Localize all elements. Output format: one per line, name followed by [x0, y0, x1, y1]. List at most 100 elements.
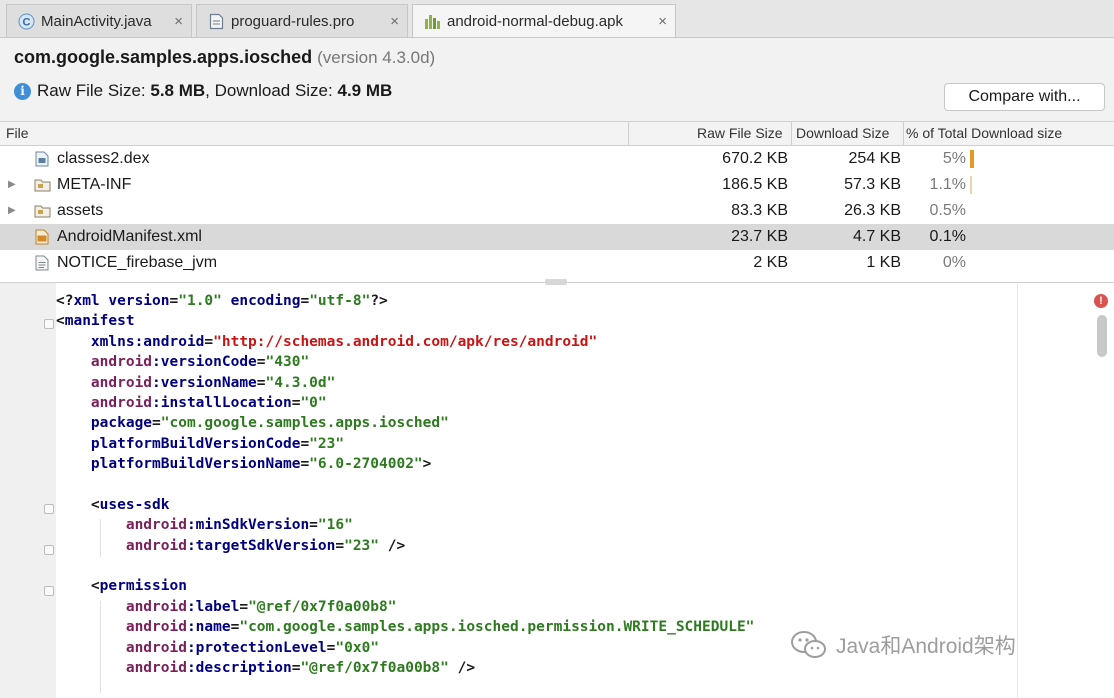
code-line: android:targetSdkVersion="23" /> — [56, 536, 754, 556]
raw-size: 23.7 KB — [731, 228, 788, 245]
column-header-percent[interactable]: % of Total Download size — [906, 125, 1062, 141]
watermark: Java和Android架构 — [790, 630, 1016, 660]
table-row-selected[interactable]: AndroidManifest.xml 23.7 KB 4.7 KB 0.1% — [0, 224, 1114, 250]
tab-proguard-rules[interactable]: proguard-rules.pro × — [196, 4, 408, 37]
code-token: android — [56, 517, 187, 534]
code-line: android:label="@ref/0x7f0a00b8" — [56, 597, 754, 617]
code-token: "16" — [317, 517, 353, 534]
code-line: <permission — [56, 576, 754, 596]
code-token: "http://schemas.android.com/apk/res/andr… — [213, 333, 598, 350]
code-token: :label — [186, 598, 240, 615]
download-size: 254 KB — [848, 150, 901, 167]
fold-marker-icon[interactable] — [44, 504, 54, 514]
compare-with-button[interactable]: Compare with... — [944, 83, 1105, 111]
tab-label: proguard-rules.pro — [231, 12, 355, 30]
apk-summary: com.google.samples.apps.iosched (version… — [0, 38, 1114, 122]
code-token: = — [309, 517, 318, 534]
code-line: <manifest — [56, 311, 754, 331]
table-row[interactable]: ▶ assets 83.3 KB 26.3 KB 0.5% — [0, 198, 1114, 224]
editor-tab-bar: C MainActivity.java × proguard-rules.pro… — [0, 0, 1114, 38]
download-size: 26.3 KB — [844, 202, 901, 219]
code-token: "com.google.samples.apps.iosched" — [160, 415, 449, 432]
percent: 0.1% — [929, 228, 966, 245]
close-icon[interactable]: × — [390, 13, 399, 30]
table-row[interactable]: ▶ META-INF 186.5 KB 57.3 KB 1.1% — [0, 172, 1114, 198]
code-token: android — [56, 374, 153, 391]
code-token: "6.0-2704002" — [309, 456, 423, 473]
dex-file-icon — [34, 151, 50, 167]
code-line: android:versionCode="430" — [56, 352, 754, 372]
text-file-icon — [34, 255, 50, 271]
code-token: /> — [448, 660, 476, 677]
code-lines[interactable]: <?xml version="1.0" encoding="utf-8"?> <m… — [56, 291, 754, 678]
file-name: AndroidManifest.xml — [57, 228, 202, 245]
code-token: android — [56, 660, 187, 677]
code-token: uses-sdk — [99, 496, 170, 513]
folder-icon — [34, 177, 51, 193]
code-line: platformBuildVersionCode="23" — [56, 434, 754, 454]
right-margin-guide — [1017, 283, 1018, 698]
table-row[interactable]: classes2.dex 670.2 KB 254 KB 5% — [0, 146, 1114, 172]
percent-bar — [970, 150, 974, 168]
column-header-raw-size[interactable]: Raw File Size — [697, 125, 783, 141]
fold-marker-icon[interactable] — [44, 586, 54, 596]
code-token: android — [56, 598, 187, 615]
raw-size: 186.5 KB — [722, 176, 788, 193]
file-name: assets — [57, 202, 104, 219]
percent-bar — [970, 176, 972, 194]
fold-marker-icon[interactable] — [44, 319, 54, 329]
raw-size-label: Raw File Size: — [37, 81, 146, 100]
code-token: permission — [99, 578, 187, 595]
code-token: "com.google.samples.apps.iosched.permiss… — [239, 619, 755, 636]
code-token: android — [56, 619, 187, 636]
raw-size: 2 KB — [753, 254, 788, 271]
splitter-handle[interactable] — [545, 279, 567, 285]
code-token: platformBuildVersionName — [56, 456, 301, 473]
table-row[interactable]: NOTICE_firebase_jvm 2 KB 1 KB 0% — [0, 250, 1114, 276]
code-token: "@ref/0x7f0a00b8" — [248, 598, 397, 615]
error-indicator-icon[interactable]: ! — [1094, 294, 1108, 308]
code-line: android:description="@ref/0x7f0a00b8" /> — [56, 658, 754, 678]
code-token: < — [56, 578, 100, 595]
code-token: = — [152, 415, 161, 432]
percent: 0.5% — [929, 202, 966, 219]
close-icon[interactable]: × — [658, 13, 667, 30]
code-line: platformBuildVersionName="6.0-2704002"> — [56, 454, 754, 474]
code-line: <uses-sdk — [56, 495, 754, 515]
code-token: "430" — [265, 354, 310, 371]
tab-apk[interactable]: android-normal-debug.apk × — [412, 4, 676, 37]
code-token: < — [56, 313, 65, 330]
version-text: (version 4.3.0d) — [317, 48, 436, 67]
code-token: <? — [56, 293, 74, 309]
code-token: :versionName — [152, 374, 257, 391]
code-line: android:name="com.google.samples.apps.io… — [56, 617, 755, 637]
file-name: classes2.dex — [57, 150, 150, 167]
svg-text:C: C — [22, 16, 30, 28]
column-header-download-size[interactable]: Download Size — [796, 125, 889, 141]
column-header-file[interactable]: File — [6, 125, 29, 141]
expand-arrow-icon[interactable]: ▶ — [8, 205, 16, 216]
download-size-label: , Download Size: — [205, 81, 333, 100]
raw-size-value: 5.8 MB — [150, 81, 206, 100]
expand-arrow-icon[interactable]: ▶ — [8, 179, 16, 190]
close-icon[interactable]: × — [174, 13, 183, 30]
fold-marker-icon[interactable] — [44, 545, 54, 555]
file-name: NOTICE_firebase_jvm — [57, 254, 218, 271]
vertical-scrollbar[interactable] — [1097, 315, 1107, 357]
xml-file-icon — [34, 229, 50, 245]
code-token: "utf-8" — [309, 293, 371, 309]
download-size: 57.3 KB — [844, 176, 901, 193]
code-token: :installLocation — [152, 394, 292, 411]
apk-icon — [423, 12, 441, 30]
code-token: "1.0" — [178, 293, 222, 309]
folder-icon — [34, 203, 51, 219]
code-token: > — [422, 456, 432, 473]
code-token: manifest — [64, 313, 135, 330]
code-token: package — [56, 415, 153, 432]
size-summary: i Raw File Size: 5.8 MB, Download Size: … — [14, 81, 392, 101]
wechat-icon — [791, 631, 826, 658]
tab-mainactivity[interactable]: C MainActivity.java × — [6, 4, 192, 37]
code-token: "0x0" — [335, 639, 380, 656]
file-name: META-INF — [57, 176, 132, 193]
